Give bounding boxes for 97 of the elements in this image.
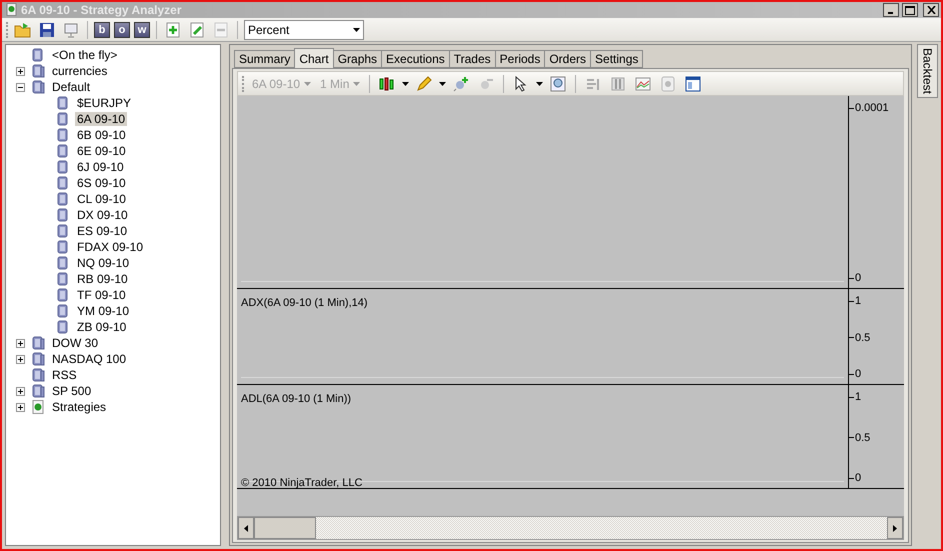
tree-item[interactable]: $EURJPY bbox=[75, 96, 134, 110]
tree-item[interactable]: RB 09-10 bbox=[75, 272, 130, 286]
tree-item[interactable]: 6A 09-10 bbox=[75, 112, 128, 126]
tree-item[interactable]: CL 09-10 bbox=[75, 192, 128, 206]
axis-label: 0.5 bbox=[849, 332, 904, 344]
database-icon bbox=[56, 96, 70, 110]
caret-icon bbox=[536, 82, 544, 86]
letter-button[interactable]: o bbox=[114, 22, 130, 38]
copyright-text: © 2010 NinjaTrader, LLC bbox=[241, 477, 362, 489]
tree-item[interactable]: ZB 09-10 bbox=[75, 320, 128, 334]
tree-item[interactable]: NASDAQ 100 bbox=[50, 352, 128, 366]
database-icon bbox=[56, 304, 70, 318]
tab[interactable]: Graphs bbox=[332, 50, 382, 68]
caret-icon bbox=[439, 82, 446, 86]
axis-label: 0.5 bbox=[849, 432, 904, 444]
tab[interactable]: Chart bbox=[294, 48, 334, 68]
database-icon bbox=[56, 192, 70, 206]
tab[interactable]: Periods bbox=[494, 50, 546, 68]
right-arrow-icon bbox=[893, 524, 897, 532]
close-icon bbox=[926, 6, 936, 14]
maximize-icon bbox=[905, 6, 915, 14]
scroll-left-button[interactable] bbox=[238, 517, 254, 539]
tree-item[interactable]: 6E 09-10 bbox=[75, 144, 128, 158]
axis-label: 1 bbox=[849, 391, 904, 403]
database-icon bbox=[56, 288, 70, 302]
database-icon bbox=[31, 48, 45, 62]
database-icon bbox=[56, 160, 70, 174]
expand-icon[interactable] bbox=[16, 402, 25, 412]
axis-label: 1 bbox=[849, 295, 904, 307]
tree-item[interactable]: NQ 09-10 bbox=[75, 256, 132, 270]
database-icon bbox=[56, 144, 70, 158]
database-icon bbox=[56, 272, 70, 286]
unit-dropdown[interactable]: Percent bbox=[244, 20, 364, 40]
axis-label: 0 bbox=[849, 472, 904, 484]
letter-button[interactable]: b bbox=[94, 22, 110, 38]
caret-icon bbox=[304, 82, 312, 86]
tree-item[interactable]: FDAX 09-10 bbox=[75, 240, 146, 254]
database-list-icon bbox=[31, 64, 45, 78]
caret-icon bbox=[353, 82, 360, 86]
tab[interactable]: Trades bbox=[448, 50, 496, 68]
expand-icon[interactable] bbox=[16, 338, 25, 348]
letter-button[interactable]: w bbox=[134, 22, 150, 38]
tree-item[interactable]: SP 500 bbox=[50, 384, 94, 398]
axis-label: 0.0001 bbox=[849, 102, 904, 114]
window-title: 6A 09-10 - Strategy Analyzer bbox=[21, 3, 183, 17]
left-arrow-icon bbox=[244, 524, 248, 532]
database-list-icon bbox=[31, 368, 45, 382]
minimize-button[interactable] bbox=[883, 3, 899, 17]
tree-item[interactable]: 6S 09-10 bbox=[75, 176, 128, 190]
tree-item[interactable]: Strategies bbox=[50, 400, 108, 414]
tree-item[interactable]: Default bbox=[50, 80, 92, 94]
window-icon[interactable] bbox=[683, 74, 704, 94]
panel-title: ADL(6A 09-10 (1 Min)) bbox=[241, 393, 352, 405]
tree-item[interactable]: currencies bbox=[50, 64, 110, 78]
caret-icon bbox=[353, 28, 360, 32]
database-list-icon bbox=[31, 80, 45, 94]
tree-item[interactable]: YM 09-10 bbox=[75, 304, 132, 318]
database-list-icon bbox=[31, 384, 45, 398]
database-icon bbox=[56, 128, 70, 142]
scroll-thumb[interactable] bbox=[254, 517, 316, 539]
tree-item[interactable]: 6J 09-10 bbox=[75, 160, 126, 174]
database-list-icon bbox=[31, 336, 45, 350]
expand-icon[interactable] bbox=[16, 386, 25, 396]
database-icon bbox=[56, 112, 70, 126]
horizontal-scrollbar[interactable] bbox=[237, 516, 904, 540]
panel-title: ADX(6A 09-10 (1 Min),14) bbox=[241, 297, 369, 309]
tree-item[interactable]: 6B 09-10 bbox=[75, 128, 128, 142]
scroll-right-button[interactable] bbox=[887, 517, 903, 539]
tree-item[interactable]: RSS bbox=[50, 368, 79, 382]
axis-label: 0 bbox=[849, 272, 904, 284]
caret-icon bbox=[402, 82, 410, 86]
zoom-icon[interactable] bbox=[548, 74, 568, 94]
database-icon bbox=[56, 256, 70, 270]
tab[interactable]: Summary bbox=[234, 50, 296, 68]
dollar-document-icon bbox=[31, 400, 45, 414]
axis-label: 0 bbox=[849, 368, 904, 380]
pencil-icon[interactable] bbox=[414, 74, 434, 94]
tab[interactable]: Executions bbox=[381, 50, 450, 68]
tab[interactable]: Orders bbox=[544, 50, 592, 68]
database-icon bbox=[56, 224, 70, 238]
collapse-icon[interactable] bbox=[16, 82, 25, 92]
side-tab[interactable]: Backtest bbox=[917, 44, 938, 98]
expand-icon[interactable] bbox=[16, 354, 25, 364]
database-icon bbox=[56, 176, 70, 190]
database-icon bbox=[56, 208, 70, 222]
maximize-button[interactable] bbox=[902, 3, 918, 17]
database-icon bbox=[56, 240, 70, 254]
close-button[interactable] bbox=[923, 3, 939, 17]
tree-item[interactable]: DX 09-10 bbox=[75, 208, 130, 222]
expand-icon[interactable] bbox=[16, 66, 25, 76]
tree-item[interactable]: TF 09-10 bbox=[75, 288, 128, 302]
tree-item[interactable]: DOW 30 bbox=[50, 336, 100, 350]
tree-item[interactable]: <On the fly> bbox=[50, 48, 120, 62]
database-icon bbox=[56, 320, 70, 334]
database-list-icon bbox=[31, 352, 45, 366]
tree-item[interactable]: ES 09-10 bbox=[75, 224, 130, 238]
tab[interactable]: Settings bbox=[590, 50, 644, 68]
